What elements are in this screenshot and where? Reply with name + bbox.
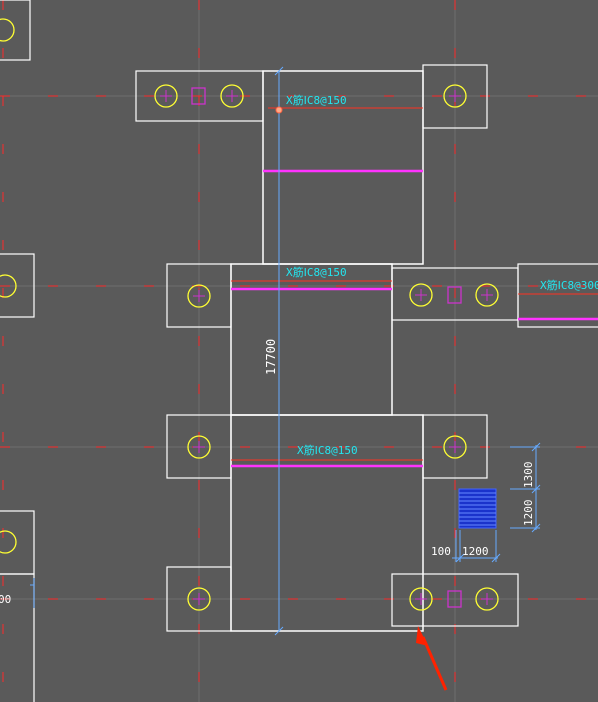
rebar-label-1: X筋ⅠC8@150 [286,93,347,107]
rebar-label-3: X筋ⅠC8@150 [297,443,358,457]
dim-1300: 1300 [522,462,535,489]
pile-crosshairs [160,90,493,605]
red-arrow-icon [416,626,448,691]
rebar-label-4: X筋ⅠC8@300 [540,278,598,292]
dim-total-length: 17700 [264,339,278,375]
magenta-bars [231,169,598,468]
slab-outline[interactable] [230,70,424,632]
dim-1200-vertical: 1200 [522,500,535,527]
dim-left-partial: 00 [0,593,11,606]
hatched-block[interactable] [458,488,497,529]
dim-1200-horizontal: 1200 [462,545,489,558]
grip-point[interactable] [275,106,283,114]
dim-100: 100 [431,545,451,558]
pile-caps[interactable] [135,64,598,632]
columns[interactable] [191,87,462,608]
rebar-label-2: X筋ⅠC8@150 [286,265,347,279]
cad-drawing-canvas[interactable]: X筋ⅠC8@150 X筋ⅠC8@150 X筋ⅠC8@150 X筋ⅠC8@300 … [0,0,598,702]
